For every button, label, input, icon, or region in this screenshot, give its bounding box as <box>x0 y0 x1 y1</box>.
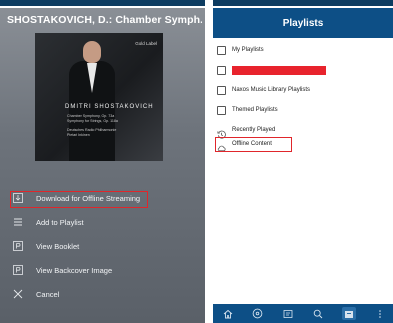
playlists-panel: Playlists My Playlists Naxos Music Libra… <box>213 8 393 323</box>
playlist-item-naxos[interactable]: Naxos Music Library Playlists <box>213 81 393 101</box>
folder-icon <box>217 106 226 115</box>
folder-icon <box>217 46 226 55</box>
playlist-item-my-playlists[interactable]: My Playlists <box>213 41 393 61</box>
album-cover: Gold Label DMITRI SHOSTAKOVICH Chamber S… <box>35 33 163 161</box>
folder-icon <box>217 66 226 75</box>
bottom-tab-bar <box>213 304 393 323</box>
divider <box>205 0 213 6</box>
catalog-icon[interactable] <box>281 307 295 320</box>
highlight-box <box>10 191 148 208</box>
list-icon <box>13 217 23 227</box>
playlist-label: Naxos Music Library Playlists <box>232 87 311 93</box>
playlist-item-themed[interactable]: Themed Playlists <box>213 101 393 121</box>
playlist-label: Themed Playlists <box>232 107 278 113</box>
album-options-panel: SHOSTAKOVICH, D.: Chamber Symph... Gold … <box>0 8 205 323</box>
menu-item-label: View Backcover Image <box>36 265 113 275</box>
more-icon[interactable] <box>373 307 387 320</box>
playlist-item-redacted[interactable] <box>213 61 393 81</box>
page-title: Playlists <box>282 18 324 29</box>
playlist-icon[interactable] <box>342 307 356 320</box>
highlight-box <box>215 137 292 152</box>
cancel-button[interactable]: Cancel <box>0 282 205 306</box>
history-icon <box>217 126 226 139</box>
search-icon[interactable] <box>311 307 325 320</box>
top-strip <box>0 0 393 6</box>
redacted-label <box>232 66 326 75</box>
cover-line: Symphony for Strings, Op. 118a <box>67 119 118 123</box>
cover-label: Gold Label <box>135 41 157 46</box>
home-icon[interactable] <box>221 307 235 320</box>
view-booklet-button[interactable]: View Booklet <box>0 234 205 258</box>
cd-icon[interactable] <box>250 307 264 320</box>
view-backcover-button[interactable]: View Backcover Image <box>0 258 205 282</box>
folder-icon <box>217 86 226 95</box>
cover-composer: DMITRI SHOSTAKOVICH <box>65 104 154 110</box>
cover-line: Pietari Inkinen <box>67 133 90 137</box>
header-bar: Playlists <box>213 8 393 38</box>
menu-item-label: Cancel <box>36 289 60 299</box>
image-icon <box>13 265 23 275</box>
menu-item-label: Add to Playlist <box>36 217 84 227</box>
playlist-label: Recently Played <box>232 127 276 133</box>
cover-line: Chamber Symphony, Op. 73a <box>67 114 115 118</box>
close-icon <box>13 289 23 299</box>
add-to-playlist-button[interactable]: Add to Playlist <box>0 210 205 234</box>
booklet-icon <box>13 241 23 251</box>
cover-line: Deutsches Radio Philharmonie <box>67 128 117 132</box>
playlist-label: My Playlists <box>232 47 264 53</box>
menu-item-label: View Booklet <box>36 241 80 251</box>
cover-portrait <box>69 41 115 161</box>
album-title: SHOSTAKOVICH, D.: Chamber Symph... <box>7 14 202 26</box>
